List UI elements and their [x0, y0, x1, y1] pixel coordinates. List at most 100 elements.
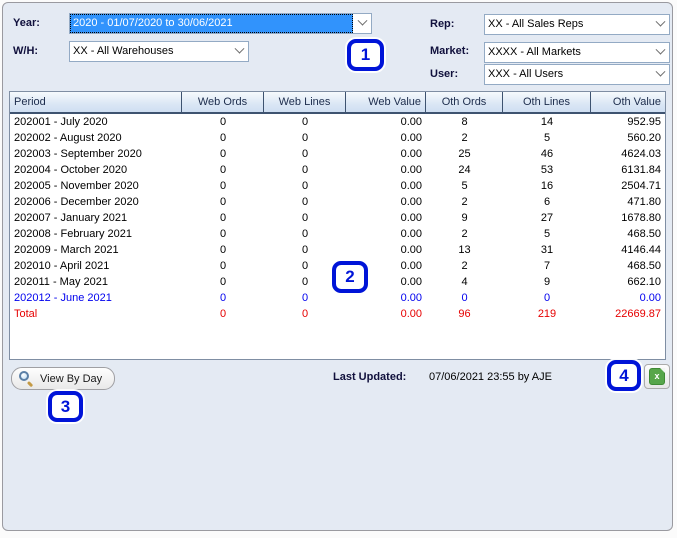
cell-oth-value: 0.00: [591, 290, 665, 306]
cell-web-ords: 0: [182, 290, 264, 306]
rep-dropdown-value: XX - All Sales Reps: [485, 15, 651, 34]
cell-period: 202010 - April 2021: [10, 258, 182, 274]
cell-web-lines: 0: [264, 130, 346, 146]
cell-oth-lines: 53: [503, 162, 591, 178]
annotation-badge-2: 2: [332, 261, 368, 293]
cell-period: 202005 - November 2020: [10, 178, 182, 194]
cell-oth-ords: 25: [426, 146, 503, 162]
cell-web-value: 0.00: [346, 306, 426, 322]
cell-web-value: 0.00: [346, 242, 426, 258]
cell-period: 202003 - September 2020: [10, 146, 182, 162]
cell-web-lines: 0: [264, 210, 346, 226]
cell-period: 202007 - January 2021: [10, 210, 182, 226]
cell-web-lines: 0: [264, 146, 346, 162]
cell-web-ords: 0: [182, 178, 264, 194]
cell-oth-ords: 2: [426, 194, 503, 210]
cell-oth-lines: 9: [503, 274, 591, 290]
chevron-down-icon[interactable]: [651, 43, 669, 62]
cell-oth-value: 4624.03: [591, 146, 665, 162]
year-dropdown[interactable]: 2020 - 01/07/2020 to 30/06/2021: [69, 13, 372, 34]
table-row[interactable]: 202009 - March 2021 0 0 0.00 13 31 4146.…: [10, 242, 665, 258]
cell-web-lines: 0: [264, 178, 346, 194]
table-header-row: Period Web Ords Web Lines Web Value Oth …: [10, 92, 665, 114]
column-header-web-ords[interactable]: Web Ords: [182, 92, 264, 112]
cell-oth-value: 468.50: [591, 258, 665, 274]
table-row[interactable]: 202003 - September 2020 0 0 0.00 25 46 4…: [10, 146, 665, 162]
column-header-oth-ords[interactable]: Oth Ords: [426, 92, 503, 112]
market-dropdown[interactable]: XXXX - All Markets: [484, 42, 670, 63]
cell-web-value: 0.00: [346, 114, 426, 130]
cell-oth-value: 2504.71: [591, 178, 665, 194]
cell-oth-ords: 0: [426, 290, 503, 306]
cell-oth-ords: 24: [426, 162, 503, 178]
cell-oth-lines: 7: [503, 258, 591, 274]
cell-period: 202004 - October 2020: [10, 162, 182, 178]
column-header-oth-value[interactable]: Oth Value: [591, 92, 665, 112]
table-row[interactable]: 202006 - December 2020 0 0 0.00 2 6 471.…: [10, 194, 665, 210]
cell-period: 202006 - December 2020: [10, 194, 182, 210]
cell-web-value: 0.00: [346, 130, 426, 146]
chevron-down-icon[interactable]: [651, 15, 669, 34]
view-by-day-label: View By Day: [40, 373, 102, 385]
cell-oth-value: 560.20: [591, 130, 665, 146]
cell-web-ords: 0: [182, 130, 264, 146]
cell-oth-lines: 5: [503, 226, 591, 242]
cell-web-ords: 0: [182, 258, 264, 274]
cell-oth-value: 952.95: [591, 114, 665, 130]
cell-period: 202009 - March 2021: [10, 242, 182, 258]
cell-period: 202011 - May 2021: [10, 274, 182, 290]
user-dropdown[interactable]: XXX - All Users: [484, 64, 670, 85]
cell-oth-ords: 2: [426, 130, 503, 146]
cell-web-value: 0.00: [346, 162, 426, 178]
column-header-oth-lines[interactable]: Oth Lines: [503, 92, 591, 112]
cell-period: 202012 - June 2021: [10, 290, 182, 306]
view-by-day-button[interactable]: View By Day: [11, 367, 115, 390]
chevron-down-icon[interactable]: [230, 42, 248, 61]
warehouse-label: W/H:: [13, 45, 38, 57]
table-row[interactable]: 202001 - July 2020 0 0 0.00 8 14 952.95: [10, 114, 665, 130]
cell-web-ords: 0: [182, 226, 264, 242]
column-header-period[interactable]: Period: [10, 92, 182, 112]
market-dropdown-value: XXXX - All Markets: [485, 43, 651, 62]
cell-web-value: 0.00: [346, 226, 426, 242]
cell-oth-value: 662.10: [591, 274, 665, 290]
table-row[interactable]: Total 0 0 0.00 96 219 22669.87: [10, 306, 665, 322]
main-panel: Year: 2020 - 01/07/2020 to 30/06/2021 W/…: [2, 2, 673, 531]
cell-period: 202002 - August 2020: [10, 130, 182, 146]
user-label: User:: [430, 68, 458, 80]
cell-oth-value: 471.80: [591, 194, 665, 210]
chevron-down-icon[interactable]: [651, 65, 669, 84]
cell-oth-lines: 5: [503, 130, 591, 146]
cell-oth-ords: 9: [426, 210, 503, 226]
annotation-badge-3: 3: [48, 391, 83, 422]
cell-web-lines: 0: [264, 290, 346, 306]
cell-oth-lines: 219: [503, 306, 591, 322]
table-row[interactable]: 202005 - November 2020 0 0 0.00 5 16 250…: [10, 178, 665, 194]
export-to-excel-button[interactable]: x: [644, 364, 670, 389]
table-row[interactable]: 202007 - January 2021 0 0 0.00 9 27 1678…: [10, 210, 665, 226]
rep-dropdown[interactable]: XX - All Sales Reps: [484, 14, 670, 35]
cell-web-lines: 0: [264, 162, 346, 178]
cell-oth-lines: 27: [503, 210, 591, 226]
cell-web-ords: 0: [182, 194, 264, 210]
excel-icon: x: [649, 368, 665, 385]
cell-web-ords: 0: [182, 210, 264, 226]
period-results-table: Period Web Ords Web Lines Web Value Oth …: [9, 91, 666, 360]
warehouse-dropdown[interactable]: XX - All Warehouses: [69, 41, 249, 62]
column-header-web-value[interactable]: Web Value: [346, 92, 426, 112]
cell-oth-ords: 5: [426, 178, 503, 194]
cell-web-ords: 0: [182, 306, 264, 322]
warehouse-dropdown-value: XX - All Warehouses: [70, 42, 230, 61]
cell-oth-ords: 2: [426, 258, 503, 274]
cell-web-ords: 0: [182, 242, 264, 258]
table-row[interactable]: 202002 - August 2020 0 0 0.00 2 5 560.20: [10, 130, 665, 146]
year-label: Year:: [13, 17, 40, 29]
cell-web-value: 0.00: [346, 210, 426, 226]
table-row[interactable]: 202004 - October 2020 0 0 0.00 24 53 613…: [10, 162, 665, 178]
column-header-web-lines[interactable]: Web Lines: [264, 92, 346, 112]
chevron-down-icon[interactable]: [353, 14, 371, 33]
cell-oth-ords: 2: [426, 226, 503, 242]
table-row[interactable]: 202008 - February 2021 0 0 0.00 2 5 468.…: [10, 226, 665, 242]
cell-web-ords: 0: [182, 162, 264, 178]
cell-period: 202001 - July 2020: [10, 114, 182, 130]
